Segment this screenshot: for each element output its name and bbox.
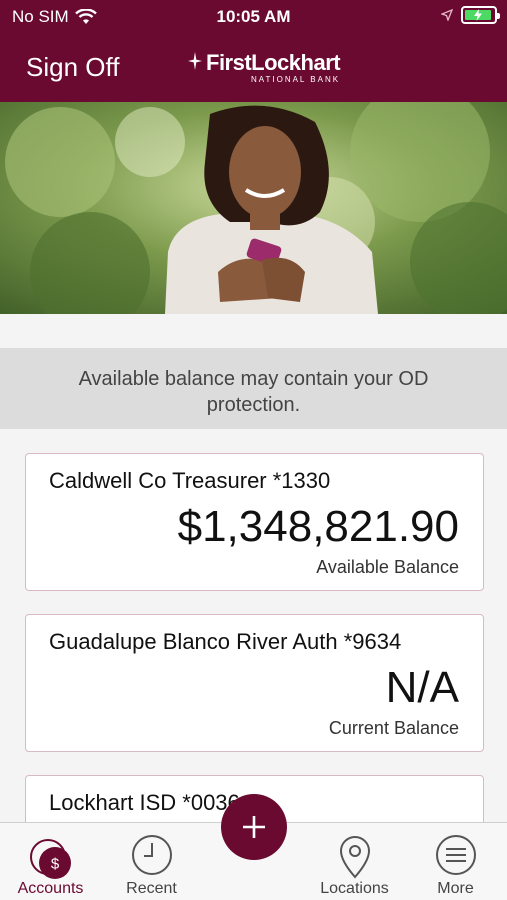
dollar-icon: $ [29,839,71,879]
status-bar: No SIM 10:05 AM [0,0,507,34]
battery-nub [497,13,500,19]
status-time: 10:05 AM [216,7,291,26]
menu-icon [435,835,476,875]
account-balance: N/A [385,663,459,712]
balance-label: Current Balance [328,718,459,738]
account-name: Lockhart ISD *0036 [49,790,240,815]
hero-image [0,102,507,314]
brand-logo: FirstLockhart NATIONAL BANK [188,50,341,84]
hero-photo [0,102,507,314]
tab-more[interactable]: More [405,823,506,900]
add-button[interactable] [221,794,287,860]
balance-label: Available Balance [316,557,459,577]
tab-locations-label: Locations [320,880,389,897]
status-right [441,6,500,24]
nav-bar: Sign Off FirstLockhart NATIONAL BANK [0,34,507,102]
tab-more-label: More [437,880,474,897]
svg-text:$: $ [50,856,59,873]
plus-icon [243,816,265,838]
brand-name: FirstLockhart [206,50,341,75]
tab-accounts-label: Accounts [17,880,84,897]
clock-icon [131,835,172,875]
account-card[interactable]: Guadalupe Blanco River Auth *9634 N/A Cu… [25,614,484,752]
battery-icon [461,6,500,24]
location-arrow-icon [441,9,453,21]
tab-recent-label: Recent [126,880,177,897]
tab-recent[interactable]: Recent [101,823,202,900]
account-name: Guadalupe Blanco River Auth *9634 [49,629,402,654]
sign-off-button[interactable]: Sign Off [26,52,119,83]
charging-bolt-icon [473,9,482,21]
map-pin-icon [339,836,370,879]
account-balance: $1,348,821.90 [177,502,459,551]
brand-subtitle: NATIONAL BANK [250,75,341,84]
account-name: Caldwell Co Treasurer *1330 [49,468,331,493]
tab-accounts[interactable]: $ Accounts [0,823,101,900]
tab-locations[interactable]: Locations [304,823,405,900]
battery-fill [465,9,491,21]
od-notice: Available balance may contain your OD pr… [0,348,507,429]
sparkle-icon [188,52,202,70]
account-card[interactable]: Caldwell Co Treasurer *1330 $1,348,821.9… [25,453,484,591]
